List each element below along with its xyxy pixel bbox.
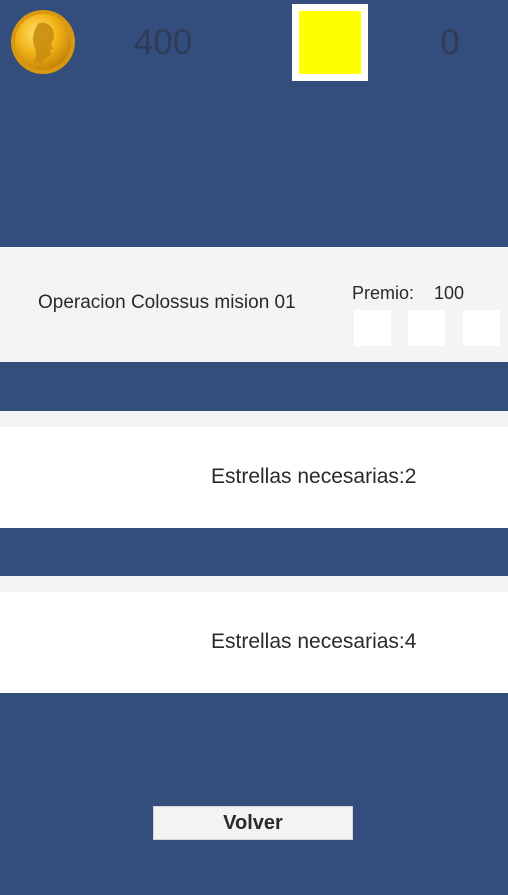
star-box-icon: [292, 4, 368, 81]
star-slot-3: [463, 310, 500, 346]
locked-mission-header: [0, 576, 508, 592]
prize-value: 100: [434, 283, 465, 303]
star-slot-1: [354, 310, 391, 346]
star-slot-2: [408, 310, 445, 346]
back-button[interactable]: Volver: [153, 806, 353, 840]
star-count: 0: [440, 23, 460, 62]
locked-mission-requirement: Estrellas necesarias:4: [211, 630, 417, 653]
locked-mission-header: [0, 411, 508, 427]
star-fill: [299, 11, 361, 74]
prize-label: Premio:: [352, 283, 415, 303]
gold-coin-icon: [10, 9, 76, 75]
coin-count: 400: [133, 23, 193, 62]
mission-title: Operacion Colossus mision 01: [38, 292, 296, 313]
locked-mission-requirement: Estrellas necesarias:2: [211, 465, 417, 488]
